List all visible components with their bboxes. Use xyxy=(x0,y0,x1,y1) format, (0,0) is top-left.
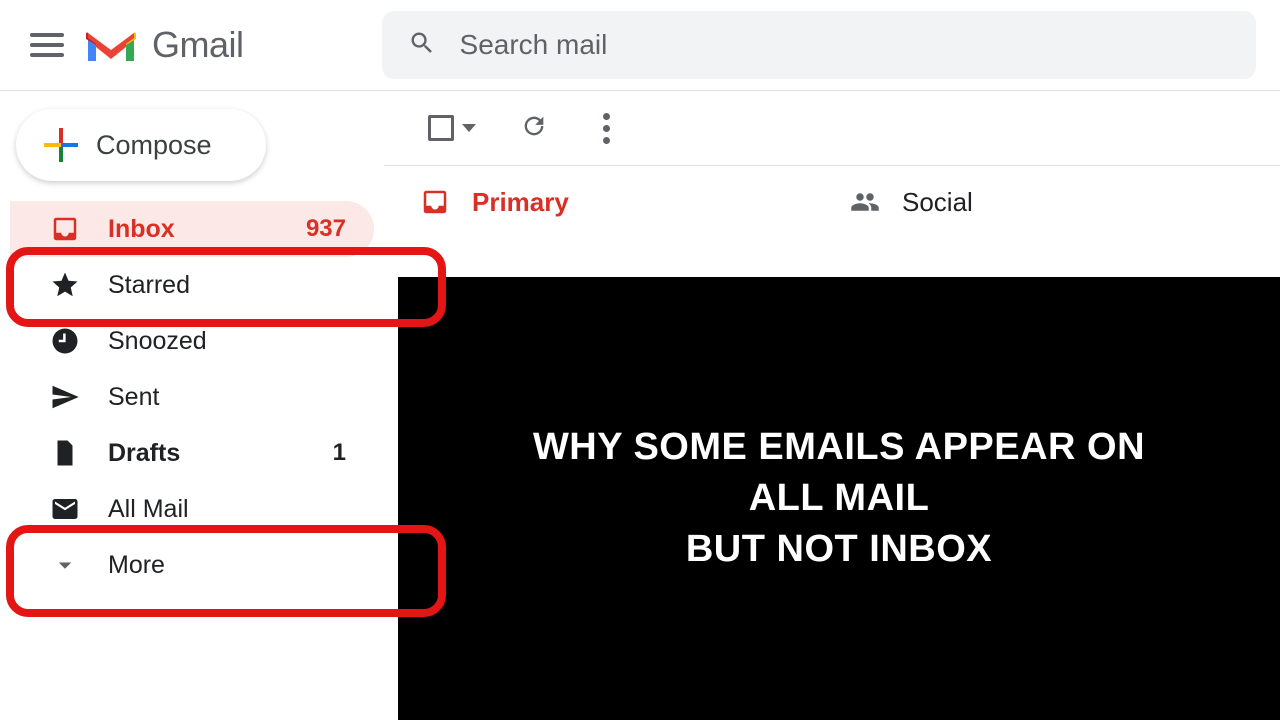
sent-label: Sent xyxy=(108,383,346,412)
star-icon xyxy=(50,270,80,300)
overlay-line-2: ALL MAIL xyxy=(749,473,930,524)
chevron-down-icon xyxy=(50,550,80,580)
inbox-icon xyxy=(50,214,80,244)
inbox-tabs: Primary Social xyxy=(384,166,1280,238)
more-label: More xyxy=(108,551,346,580)
menu-icon[interactable] xyxy=(30,27,66,63)
more-menu-button[interactable] xyxy=(592,113,620,144)
compose-button[interactable]: Compose xyxy=(16,109,266,181)
people-icon xyxy=(850,187,880,217)
inbox-count: 937 xyxy=(306,215,346,243)
search-bar[interactable] xyxy=(382,11,1256,79)
select-all[interactable] xyxy=(428,115,476,141)
tab-primary-label: Primary xyxy=(472,187,569,218)
checkbox-icon xyxy=(428,115,454,141)
logo[interactable]: Gmail xyxy=(84,24,244,66)
snoozed-label: Snoozed xyxy=(108,327,346,356)
sidebar: Compose Inbox 937 Starred xyxy=(0,91,384,720)
clock-icon xyxy=(50,326,80,356)
compose-label: Compose xyxy=(96,130,212,161)
drafts-label: Drafts xyxy=(108,439,305,468)
send-icon xyxy=(50,382,80,412)
sidebar-item-allmail[interactable]: All Mail xyxy=(10,481,374,537)
overlay-line-3: BUT NOT INBOX xyxy=(686,524,992,575)
file-icon xyxy=(50,438,80,468)
search-input[interactable] xyxy=(460,29,1230,61)
starred-label: Starred xyxy=(108,271,346,300)
sidebar-item-sent[interactable]: Sent xyxy=(10,369,374,425)
search-icon xyxy=(408,29,436,62)
tab-primary[interactable]: Primary xyxy=(420,166,850,238)
drafts-count: 1 xyxy=(333,439,346,467)
refresh-button[interactable] xyxy=(520,112,548,145)
inbox-label: Inbox xyxy=(108,215,278,244)
header: Gmail xyxy=(0,0,1280,90)
sidebar-item-snoozed[interactable]: Snoozed xyxy=(10,313,374,369)
brand-text: Gmail xyxy=(152,24,244,66)
tab-social-label: Social xyxy=(902,187,973,218)
dropdown-caret-icon xyxy=(462,124,476,132)
plus-icon xyxy=(44,128,78,162)
inbox-tab-icon xyxy=(420,187,450,217)
overlay-line-1: WHY SOME EMAILS APPEAR ON xyxy=(533,422,1145,473)
envelope-icon xyxy=(50,494,80,524)
main-pane: Primary Social WHY SOME EMAILS APPEAR ON… xyxy=(384,91,1280,720)
sidebar-item-inbox[interactable]: Inbox 937 xyxy=(10,201,374,257)
toolbar xyxy=(384,91,1280,165)
gmail-m-icon xyxy=(84,25,138,65)
tab-social[interactable]: Social xyxy=(850,166,1280,238)
sidebar-item-starred[interactable]: Starred xyxy=(10,257,374,313)
sidebar-item-drafts[interactable]: Drafts 1 xyxy=(10,425,374,481)
allmail-label: All Mail xyxy=(108,495,346,524)
title-overlay: WHY SOME EMAILS APPEAR ON ALL MAIL BUT N… xyxy=(398,277,1280,720)
sidebar-item-more[interactable]: More xyxy=(10,537,374,593)
